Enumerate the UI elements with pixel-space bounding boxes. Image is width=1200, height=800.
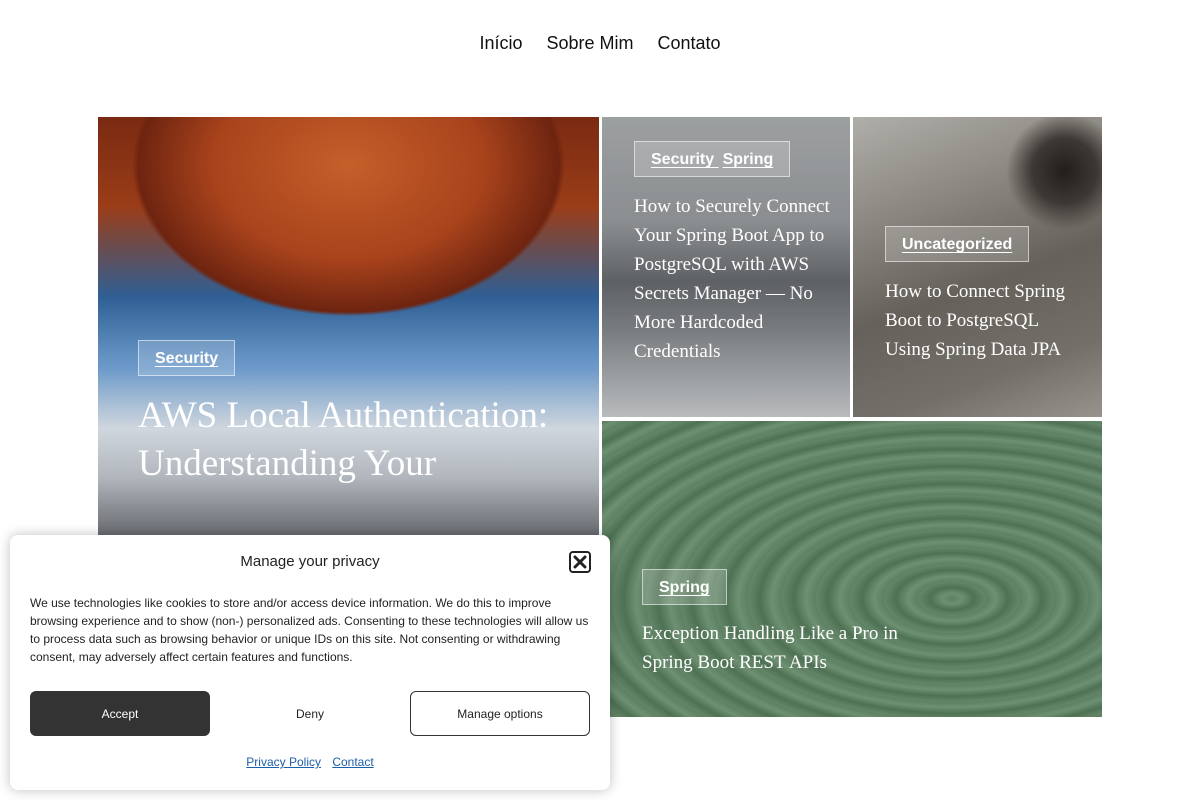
deny-button[interactable]: Deny xyxy=(220,691,400,736)
privacy-consent-dialog: Manage your privacy We use technologies … xyxy=(10,535,610,790)
category-badge: Security Spring xyxy=(634,141,791,177)
post-card-spring-data-jpa[interactable]: Uncategorized How to Connect Spring Boot… xyxy=(853,117,1102,417)
close-icon xyxy=(573,555,587,569)
close-button[interactable] xyxy=(569,551,591,573)
post-title[interactable]: How to Securely Connect Your Spring Boot… xyxy=(634,192,834,366)
post-card-exception-handling[interactable]: Spring Exception Handling Like a Pro in … xyxy=(602,421,1102,717)
post-title[interactable]: Exception Handling Like a Pro in Spring … xyxy=(642,619,902,677)
post-title[interactable]: AWS Local Authentication: Understanding … xyxy=(138,392,578,488)
nav-item-contato[interactable]: Contato xyxy=(658,33,721,54)
dialog-links: Privacy Policy Contact xyxy=(10,755,610,769)
category-link-security[interactable]: Security xyxy=(155,350,218,367)
contact-link[interactable]: Contact xyxy=(332,755,373,769)
category-badge[interactable]: Uncategorized xyxy=(885,226,1030,262)
category-badge[interactable]: Spring xyxy=(642,569,727,605)
nav-item-sobre-mim[interactable]: Sobre Mim xyxy=(546,33,633,54)
manage-options-button[interactable]: Manage options xyxy=(410,691,590,736)
main-nav: Início Sobre Mim Contato xyxy=(0,33,1200,54)
dialog-body-text: We use technologies like cookies to stor… xyxy=(30,596,589,664)
category-link-spring[interactable]: Spring xyxy=(659,579,710,596)
category-link-security[interactable]: Security xyxy=(651,151,714,168)
category-link-uncategorized[interactable]: Uncategorized xyxy=(902,236,1012,253)
category-link-spring[interactable]: Spring xyxy=(723,151,774,168)
nav-item-inicio[interactable]: Início xyxy=(479,33,522,54)
dialog-heading: Manage your privacy xyxy=(240,553,380,570)
accept-button[interactable]: Accept xyxy=(30,691,210,736)
post-title[interactable]: How to Connect Spring Boot to PostgreSQL… xyxy=(885,277,1085,364)
privacy-policy-link[interactable]: Privacy Policy xyxy=(246,755,321,769)
category-badge[interactable]: Security xyxy=(138,340,236,376)
post-card-aws-secrets-manager[interactable]: Security Spring How to Securely Connect … xyxy=(602,117,850,417)
